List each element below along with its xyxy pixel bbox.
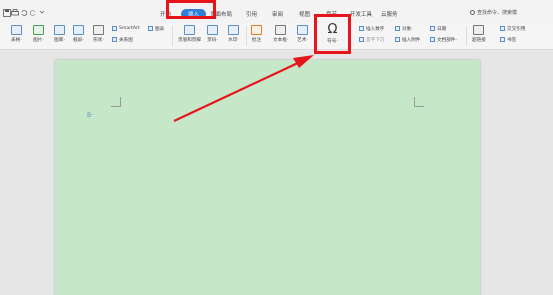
print-icon[interactable]: [11, 9, 20, 17]
tab-developer[interactable]: 开发工具: [350, 10, 372, 18]
margin-corner-top-right: [414, 97, 424, 107]
comment-icon: [251, 25, 262, 35]
wordart-icon: [297, 25, 308, 35]
menu-bar: 开始 插入 页面布局 引用 审阅 视图 章节 开发工具 云服务 查找命令、搜索模: [0, 0, 553, 23]
ribbon-toolbar: 表格· 图片· 图库· 截屏· 形状· SmartArt 图表 关系图 页眉和页…: [0, 23, 553, 50]
wordart-label: 艺术·: [297, 38, 308, 43]
bookmark-label: 书签: [507, 37, 517, 43]
drop-cap-button[interactable]: 首字下沉: [359, 36, 384, 43]
object-icon: [395, 26, 400, 31]
drop-cap-icon: [359, 37, 364, 42]
attachment-icon: [395, 37, 400, 42]
watermark-label: 水印·: [228, 38, 239, 43]
page-number-button[interactable]: 页码·: [207, 23, 218, 48]
paragraph-mark-icon: B·: [87, 112, 94, 119]
date-button[interactable]: 日期: [430, 25, 446, 32]
insert-tab-highlight-box: [166, 0, 216, 19]
redo-icon[interactable]: [29, 9, 38, 17]
smartart-button[interactable]: SmartArt: [112, 25, 140, 32]
ribbon-divider: [172, 26, 173, 46]
chart-button[interactable]: 图表: [148, 25, 164, 32]
chart-icon: [148, 26, 153, 31]
tab-review[interactable]: 审阅: [272, 10, 283, 18]
margin-corner-top-left: [111, 97, 121, 107]
shapes-label: 形状·: [93, 38, 104, 43]
cross-reference-label: 交叉引用: [507, 26, 526, 32]
date-label: 日期: [437, 26, 447, 32]
comment-label: 批注: [251, 38, 262, 43]
cross-reference-icon: [500, 26, 505, 31]
tab-cloud[interactable]: 云服务: [381, 10, 398, 18]
shapes-button[interactable]: 形状·: [93, 23, 104, 48]
smartart-label: SmartArt: [119, 26, 140, 31]
header-footer-button[interactable]: 页眉和页脚: [178, 23, 201, 48]
page-number-label: 页码·: [207, 38, 218, 43]
doc-parts-label: 文档部件·: [437, 37, 457, 43]
screenshot-button[interactable]: 截屏·: [73, 23, 84, 48]
chart-label: 图表: [155, 26, 165, 32]
document-page[interactable]: B·: [55, 60, 480, 295]
cross-reference-button[interactable]: 交叉引用: [500, 25, 525, 32]
undo-icon[interactable]: [20, 9, 29, 17]
shapes-icon: [93, 25, 104, 35]
search-placeholder: 查找命令、搜索模: [477, 10, 518, 16]
page-number-icon: [207, 25, 218, 35]
object-button[interactable]: 对象·: [395, 25, 413, 32]
tab-references[interactable]: 引用: [246, 10, 257, 18]
table-label: 表格·: [11, 38, 22, 43]
textbox-icon: [275, 25, 287, 35]
watermark-button[interactable]: 水印·: [228, 23, 239, 48]
picture-icon: [33, 25, 44, 35]
drop-cap-label: 首字下沉: [366, 37, 385, 43]
smartart-icon: [112, 26, 117, 31]
number-icon: [359, 26, 364, 31]
picture-label: 图片·: [33, 38, 44, 43]
tab-view[interactable]: 视图: [299, 10, 310, 18]
dropdown-icon[interactable]: [39, 9, 48, 17]
document-canvas[interactable]: B·: [0, 51, 553, 295]
hyperlink-button[interactable]: 超链接: [472, 23, 486, 48]
insert-attachment-label: 插入附件: [402, 37, 421, 43]
gallery-button[interactable]: 图库·: [54, 23, 65, 48]
hyperlink-label: 超链接: [472, 38, 486, 43]
link-icon: [473, 25, 485, 35]
picture-button[interactable]: 图片·: [33, 23, 44, 48]
date-icon: [430, 26, 435, 31]
ribbon-divider: [466, 26, 467, 46]
gallery-label: 图库·: [54, 38, 65, 43]
relation-chart-label: 关系图: [119, 37, 133, 43]
watermark-icon: [228, 25, 239, 35]
bookmark-icon: [500, 37, 505, 42]
textbox-label: 文本框·: [273, 38, 289, 43]
search-box[interactable]: 查找命令、搜索模: [470, 9, 517, 16]
doc-parts-icon: [430, 37, 435, 42]
screenshot-label: 截屏·: [73, 38, 84, 43]
header-footer-label: 页眉和页脚: [178, 38, 201, 43]
doc-parts-button[interactable]: 文档部件·: [430, 36, 457, 43]
search-icon: [470, 10, 475, 15]
header-footer-icon: [183, 25, 195, 35]
wordart-button[interactable]: 艺术·: [297, 23, 308, 48]
ribbon-divider: [246, 26, 247, 46]
screenshot-icon: [73, 25, 84, 35]
object-label: 对象·: [402, 26, 413, 32]
symbol-highlight-box: [314, 14, 351, 54]
comment-button[interactable]: 批注: [251, 23, 262, 48]
relation-chart-icon: [112, 37, 117, 42]
relation-chart-button[interactable]: 关系图: [112, 36, 133, 43]
bookmark-button[interactable]: 书签: [500, 36, 516, 43]
insert-number-label: 插入数字: [366, 26, 385, 32]
textbox-button[interactable]: 文本框·: [273, 23, 288, 48]
insert-number-button[interactable]: 插入数字: [359, 25, 384, 32]
table-button[interactable]: 表格·: [11, 23, 22, 48]
table-icon: [11, 25, 22, 35]
gallery-icon: [54, 25, 65, 35]
insert-attachment-button[interactable]: 插入附件: [395, 36, 420, 43]
